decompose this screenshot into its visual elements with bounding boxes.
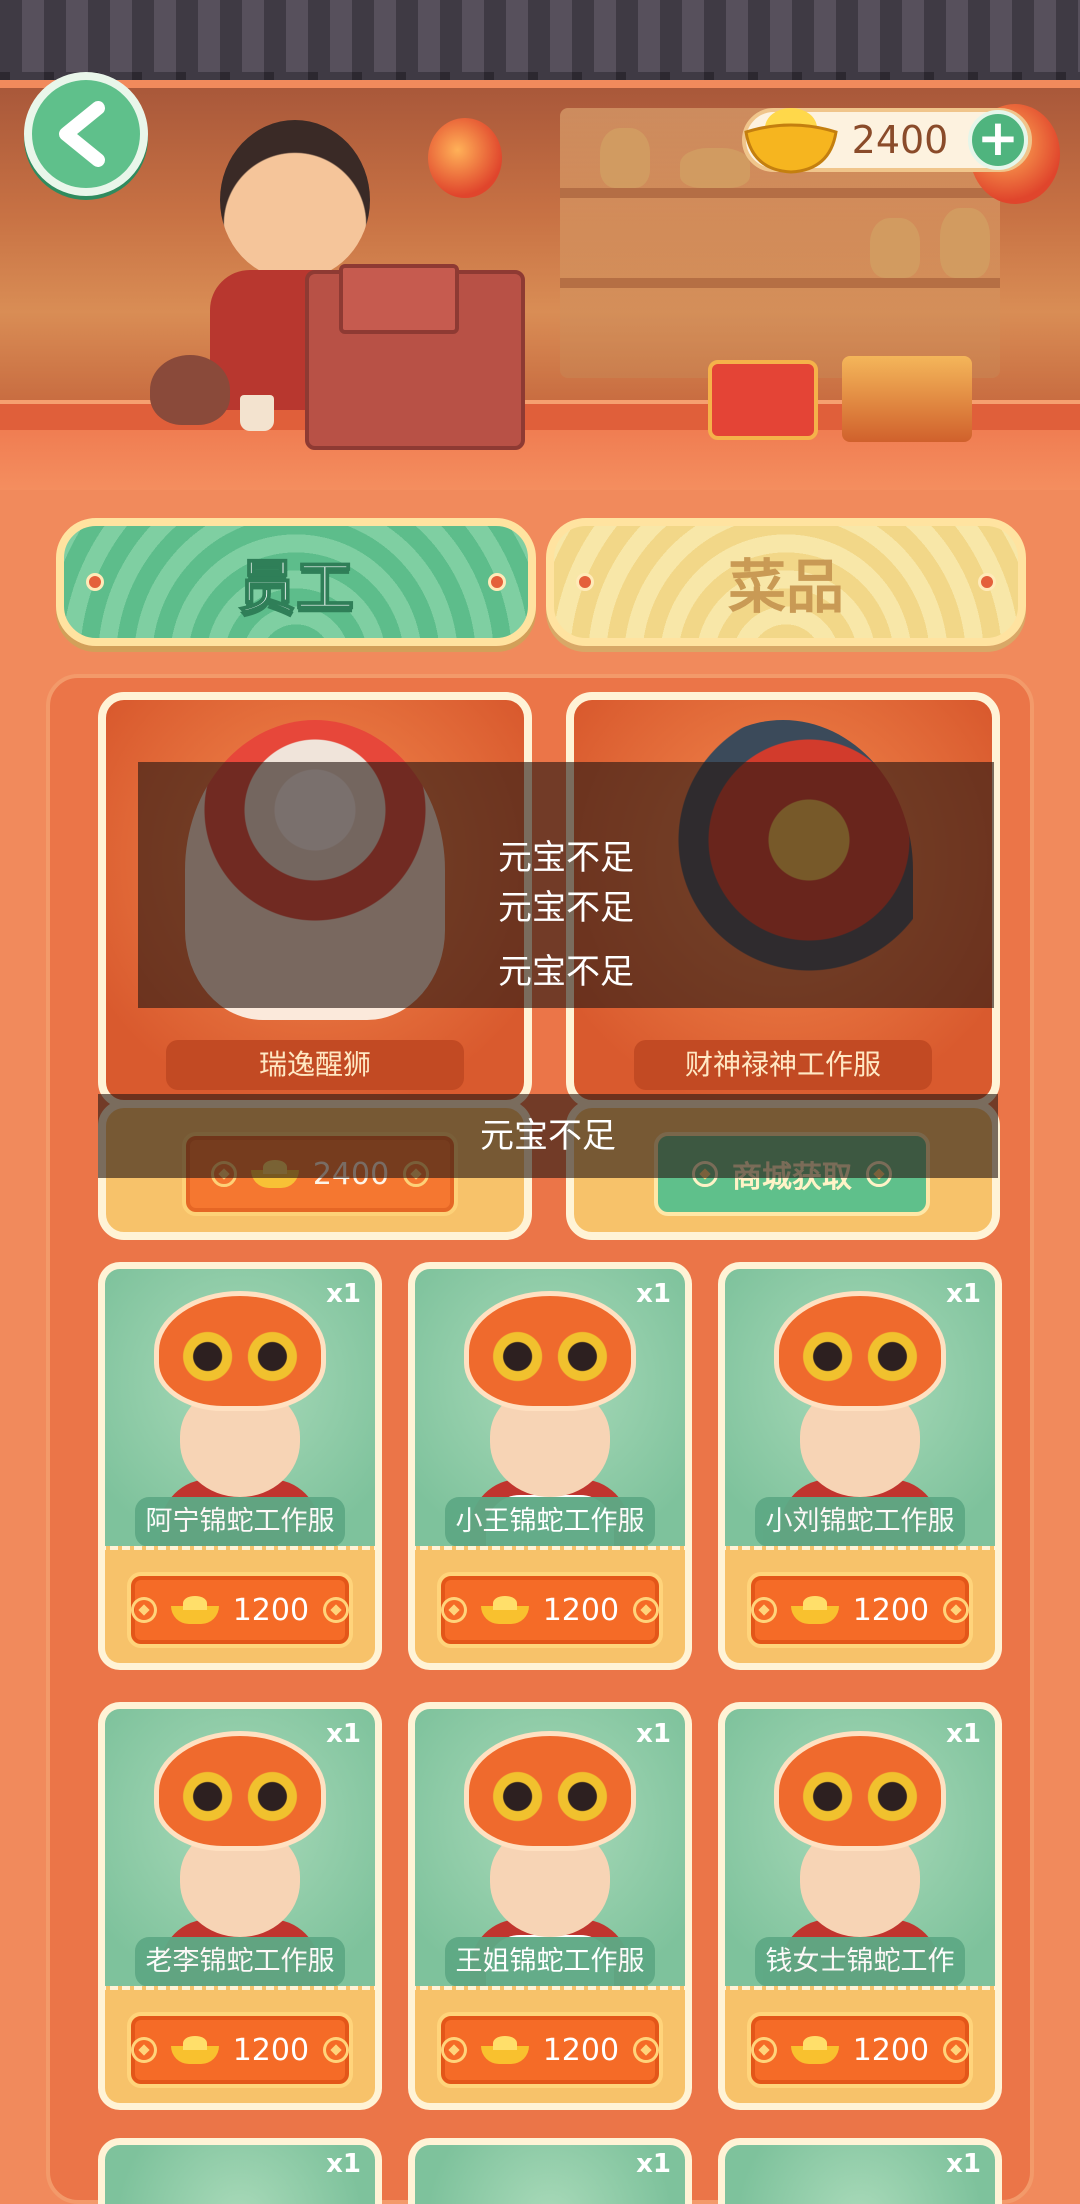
staff-item-name: 老李锦蛇工作服 bbox=[135, 1937, 345, 1987]
quantity-badge: x1 bbox=[636, 1279, 671, 1309]
jar bbox=[870, 218, 920, 278]
shop-screen: 2400 + 员工 菜品 瑞逸醒狮 财神禄神工作服 2400 商城获取 bbox=[0, 0, 1080, 2204]
tea-cup bbox=[240, 395, 274, 431]
price-value: 1200 bbox=[232, 1592, 310, 1628]
coin-ornament-icon bbox=[943, 1597, 969, 1623]
staff-card-partial[interactable]: x1 bbox=[718, 2138, 1002, 2204]
quantity-badge: x1 bbox=[326, 1279, 361, 1309]
buy-button[interactable]: 1200 bbox=[127, 2012, 353, 2088]
staff-card-partial[interactable]: x1 bbox=[408, 2138, 692, 2204]
back-arrow-icon bbox=[59, 101, 105, 167]
coin-ornament-icon bbox=[131, 2037, 157, 2063]
staff-item-name: 小王锦蛇工作服 bbox=[445, 1497, 655, 1547]
gold-ingot-icon bbox=[480, 1596, 529, 1624]
gold-ingot-icon bbox=[170, 1596, 219, 1624]
gold-ingot-icon bbox=[480, 2036, 529, 2064]
coin-ornament-icon bbox=[633, 1597, 659, 1623]
featured-item-name: 瑞逸醒狮 bbox=[166, 1040, 464, 1090]
back-button[interactable] bbox=[24, 72, 148, 196]
buy-button[interactable]: 1200 bbox=[437, 1572, 663, 1648]
lantern-icon bbox=[428, 118, 502, 198]
tab-dishes-label: 菜品 bbox=[727, 553, 844, 621]
toast-message: 元宝不足 bbox=[498, 838, 634, 878]
staff-card[interactable]: x1 王姐锦蛇工作服 1200 bbox=[408, 1702, 692, 2110]
roof-tiles bbox=[0, 0, 1080, 80]
snake-lion-hat-icon bbox=[464, 1291, 636, 1411]
gold-ingot-icon bbox=[790, 1596, 839, 1624]
quantity-badge: x1 bbox=[946, 2149, 981, 2179]
gold-balance-value: 2400 bbox=[851, 118, 949, 162]
staff-card[interactable]: x1 钱女士锦蛇工作服 1200 bbox=[718, 1702, 1002, 2110]
featured-item-name: 财神禄神工作服 bbox=[634, 1040, 932, 1090]
price-value: 1200 bbox=[542, 1592, 620, 1628]
staff-item-name: 钱女士锦蛇工作服 bbox=[755, 1937, 965, 1987]
quantity-badge: x1 bbox=[946, 1719, 981, 1749]
shelf-board bbox=[560, 278, 1000, 288]
lucky-stand bbox=[842, 356, 972, 442]
gift-box bbox=[708, 360, 818, 440]
coin-ornament-icon bbox=[751, 1597, 777, 1623]
jar bbox=[940, 208, 990, 278]
toast-message: 元宝不足 bbox=[498, 952, 634, 992]
jar bbox=[600, 128, 650, 188]
staff-card[interactable]: x1 老李锦蛇工作服 1200 bbox=[98, 1702, 382, 2110]
price-value: 1200 bbox=[232, 2032, 310, 2068]
snake-lion-hat-icon bbox=[774, 1731, 946, 1851]
snake-lion-hat-icon bbox=[464, 1731, 636, 1851]
tab-staff-label: 员工 bbox=[237, 552, 355, 622]
staff-card[interactable]: x1 阿宁锦蛇工作服 1200 bbox=[98, 1262, 382, 1670]
cash-register bbox=[305, 264, 525, 450]
snake-lion-hat-icon bbox=[154, 1731, 326, 1851]
staff-item-name: 小刘锦蛇工作服 bbox=[755, 1497, 965, 1547]
quantity-badge: x1 bbox=[636, 2149, 671, 2179]
snake-lion-hat-icon bbox=[154, 1291, 326, 1411]
toast-message: 元宝不足 bbox=[98, 1094, 998, 1178]
coin-ornament-icon bbox=[323, 1597, 349, 1623]
coin-ornament-icon bbox=[943, 2037, 969, 2063]
price-value: 1200 bbox=[852, 2032, 930, 2068]
teapot bbox=[150, 355, 230, 425]
tab-staff[interactable]: 员工 bbox=[56, 518, 536, 646]
quantity-badge: x1 bbox=[636, 1719, 671, 1749]
quantity-badge: x1 bbox=[326, 1719, 361, 1749]
gold-ingot-icon bbox=[790, 2036, 839, 2064]
quantity-badge: x1 bbox=[326, 2149, 361, 2179]
price-value: 1200 bbox=[542, 2032, 620, 2068]
add-gold-button[interactable]: + bbox=[968, 110, 1028, 170]
staff-card[interactable]: x1 小王锦蛇工作服 1200 bbox=[408, 1262, 692, 1670]
jar bbox=[680, 148, 750, 188]
price-value: 1200 bbox=[852, 1592, 930, 1628]
toast-message: 元宝不足 bbox=[498, 888, 634, 928]
buy-button[interactable]: 1200 bbox=[437, 2012, 663, 2088]
toast-stack: 元宝不足 元宝不足 元宝不足 bbox=[138, 762, 994, 1008]
staff-item-name: 阿宁锦蛇工作服 bbox=[135, 1497, 345, 1547]
staff-card-partial[interactable]: x1 bbox=[98, 2138, 382, 2204]
snake-lion-hat-icon bbox=[774, 1291, 946, 1411]
shelf-board bbox=[560, 188, 1000, 198]
coin-ornament-icon bbox=[751, 2037, 777, 2063]
coin-ornament-icon bbox=[441, 1597, 467, 1623]
coin-ornament-icon bbox=[441, 2037, 467, 2063]
staff-item-name: 王姐锦蛇工作服 bbox=[445, 1937, 655, 1987]
coin-ornament-icon bbox=[323, 2037, 349, 2063]
tab-dishes[interactable]: 菜品 bbox=[546, 518, 1026, 646]
coin-ornament-icon bbox=[633, 2037, 659, 2063]
buy-button[interactable]: 1200 bbox=[747, 1572, 973, 1648]
gold-ingot-icon bbox=[170, 2036, 219, 2064]
coin-ornament-icon bbox=[131, 1597, 157, 1623]
quantity-badge: x1 bbox=[946, 1279, 981, 1309]
buy-button[interactable]: 1200 bbox=[747, 2012, 973, 2088]
staff-card[interactable]: x1 小刘锦蛇工作服 1200 bbox=[718, 1262, 1002, 1670]
buy-button[interactable]: 1200 bbox=[127, 1572, 353, 1648]
